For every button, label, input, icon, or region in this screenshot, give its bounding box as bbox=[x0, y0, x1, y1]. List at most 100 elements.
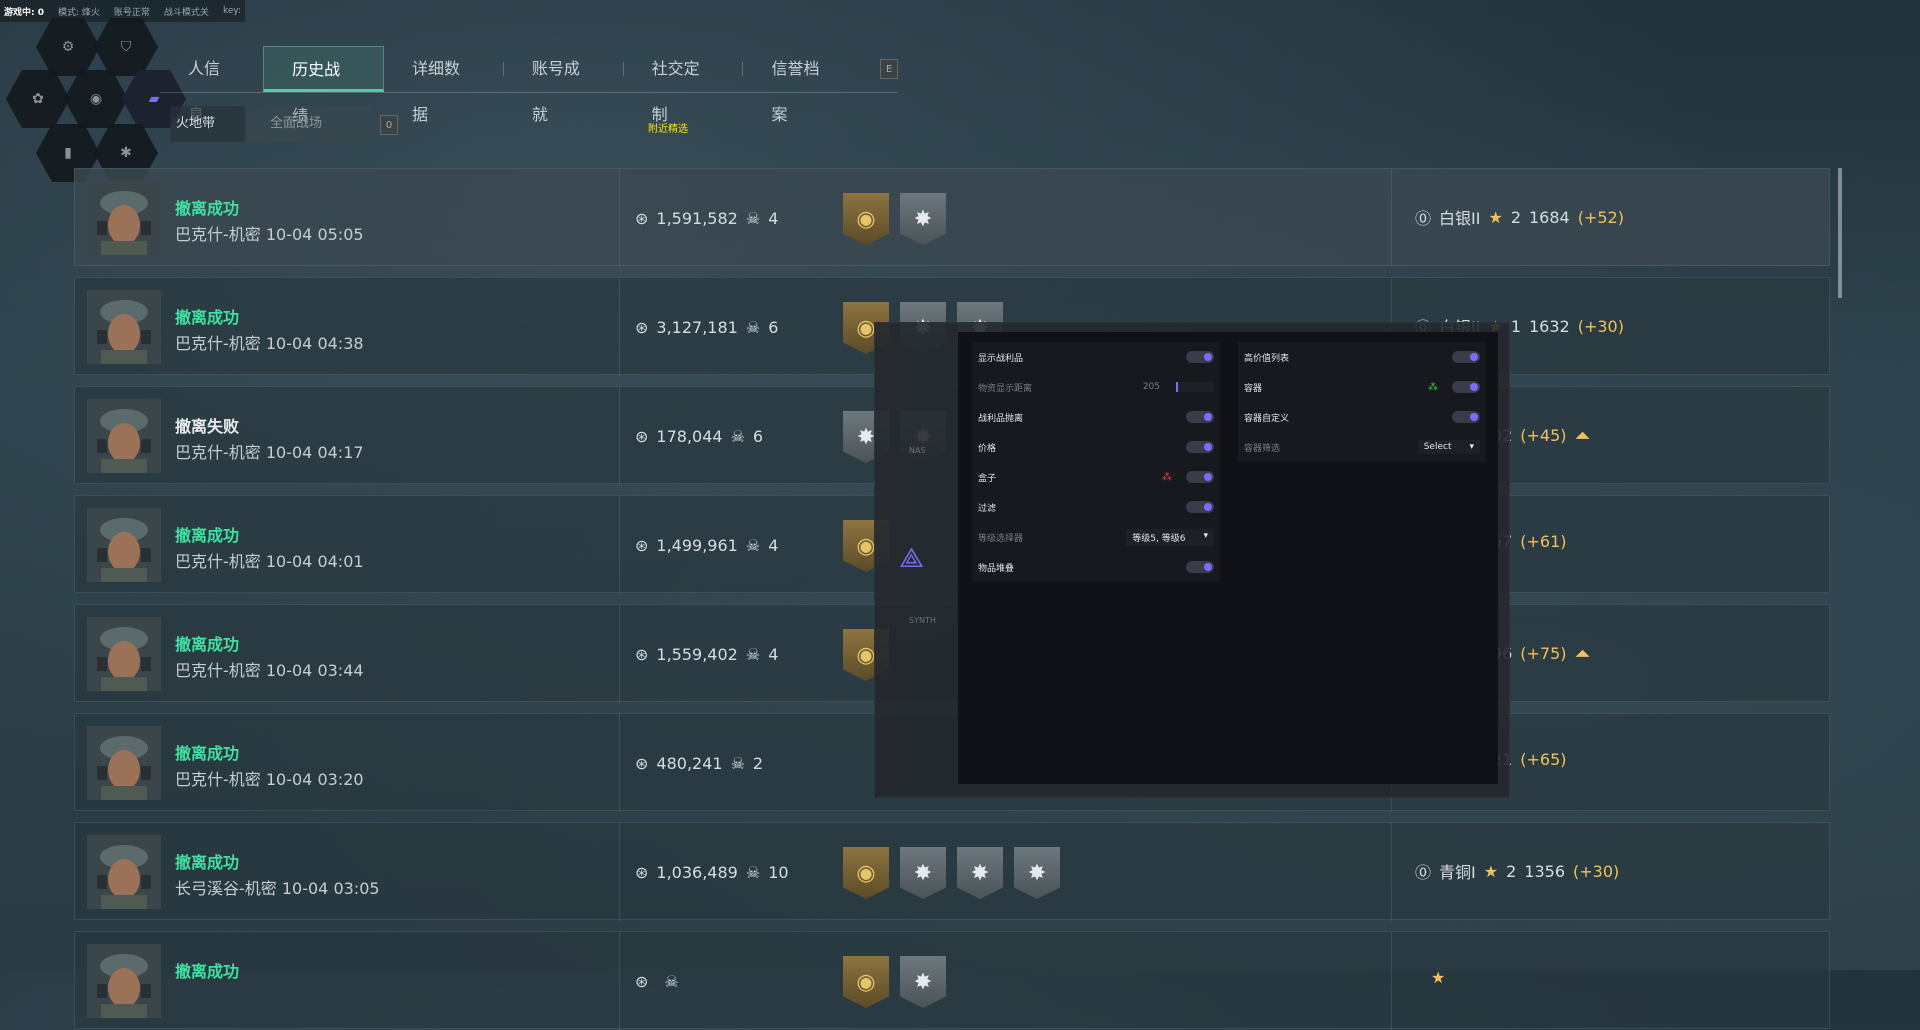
paw-icon[interactable]: ✿ bbox=[6, 70, 70, 128]
table-row[interactable]: 撤离成功 ⊛ ☠ ★ ◉ ✸ bbox=[74, 931, 1830, 1030]
option-row: 战利品抛离 bbox=[972, 402, 1220, 432]
coin-stats: ⊛ 480,241 ☠ 2 bbox=[635, 754, 763, 773]
tab-history[interactable]: 历史战绩 bbox=[263, 46, 384, 125]
gear-icon[interactable]: ⚙ bbox=[36, 18, 100, 76]
right-options-group: 高价值列表 容器 ⁂ 容器自定义 容器筛选 Select ▾ bbox=[1238, 342, 1486, 462]
avatar bbox=[87, 617, 161, 691]
option-row: 显示战利品 bbox=[972, 342, 1220, 372]
option-row: 等级选择器 等级5, 等级6 ▾ bbox=[972, 522, 1220, 552]
skill-badge-icon: ✸ bbox=[900, 956, 946, 1008]
tab-social[interactable]: 社交定制 bbox=[624, 46, 743, 124]
coin-icon: ⊛ bbox=[635, 972, 649, 991]
toggle-switch[interactable] bbox=[1452, 351, 1480, 363]
coin-stats: ⊛ ☠ bbox=[635, 972, 687, 991]
coin-value: 1,036,489 bbox=[656, 863, 738, 882]
tab-info[interactable]: 人信息 bbox=[160, 46, 263, 124]
avatar bbox=[87, 726, 161, 800]
row-divider bbox=[1391, 823, 1392, 921]
row-divider bbox=[619, 714, 620, 812]
coin-icon: ⊛ bbox=[635, 863, 649, 882]
result-label: 撤离成功 bbox=[175, 853, 240, 872]
main-tabs: 人信息 历史战绩 详细数据 账号成就 社交定制 信誉档案 E bbox=[160, 46, 899, 125]
coin-icon: ⊛ bbox=[635, 318, 649, 337]
skill-badge-icon: ✸ bbox=[957, 847, 1003, 899]
table-row[interactable]: 撤离成功 巴克什-机密 10-04 05:05 ⊛ 1,591,582 ☠ 4 … bbox=[74, 168, 1830, 267]
option-label: 容器自定义 bbox=[1244, 413, 1290, 424]
star-count: 2 bbox=[1506, 861, 1517, 881]
map-time: 巴克什-机密 10-04 04:17 bbox=[175, 443, 364, 462]
overlay-settings: 显示战利品 物资显示距离 205 战利品抛离 价格 盒子 ⁂ 过滤 等级选择器 等级5, 等级6 ▾… bbox=[958, 332, 1498, 784]
map-time: 巴克什-机密 10-04 03:44 bbox=[175, 661, 364, 680]
shield-icon[interactable]: ⛉ bbox=[94, 18, 158, 76]
coin-stats: ⊛ 3,127,181 ☠ 6 bbox=[635, 318, 778, 337]
toggle-switch[interactable] bbox=[1452, 411, 1480, 423]
option-row: 物品堆叠 bbox=[972, 552, 1220, 582]
toggle-switch[interactable] bbox=[1186, 441, 1214, 453]
option-label: 价格 bbox=[978, 443, 997, 454]
score-gain: (+61) bbox=[1520, 532, 1567, 551]
score-gain: (+30) bbox=[1577, 316, 1624, 336]
kill-count: 6 bbox=[768, 318, 779, 337]
subtab-fullbattle[interactable]: 全面战场 bbox=[244, 106, 372, 142]
chevron-down-icon: ▾ bbox=[1469, 442, 1474, 452]
option-label: 显示战利品 bbox=[978, 353, 1024, 364]
map-time: 巴克什-机密 10-04 03:20 bbox=[175, 770, 364, 789]
overlay-vertical-label: NAS bbox=[909, 446, 926, 455]
color-dots-icon[interactable]: ⁂ bbox=[1428, 382, 1438, 393]
circle-icon[interactable]: ◉ bbox=[64, 70, 128, 128]
toggle-switch[interactable] bbox=[1186, 471, 1214, 483]
synapse-logo-icon: ⟁ bbox=[899, 541, 924, 574]
map-time: 长弓溪谷-机密 10-04 03:05 bbox=[175, 879, 380, 898]
tab-reputation[interactable]: 信誉档案 bbox=[743, 46, 862, 124]
rank-label: 白银II bbox=[1439, 209, 1481, 228]
chevron-up-icon: ⏶ bbox=[1574, 423, 1591, 447]
e-key-badge[interactable]: E bbox=[880, 59, 899, 79]
score-value: 1632 bbox=[1529, 316, 1570, 336]
rank-label: 青铜I bbox=[1439, 863, 1476, 882]
toggle-switch[interactable] bbox=[1186, 351, 1214, 363]
result-label: 撤离成功 bbox=[175, 199, 240, 218]
row-divider bbox=[619, 932, 620, 1030]
skull-icon: ☠ bbox=[745, 209, 761, 228]
rank-icon: ⓪ bbox=[1415, 209, 1432, 228]
table-row[interactable]: 撤离成功 长弓溪谷-机密 10-04 03:05 ⊛ 1,036,489 ☠ 1… bbox=[74, 822, 1830, 921]
toggle-switch[interactable] bbox=[1186, 561, 1214, 573]
toggle-switch[interactable] bbox=[1186, 501, 1214, 513]
scrollbar-thumb[interactable] bbox=[1838, 168, 1842, 298]
tab-details[interactable]: 详细数据 bbox=[384, 46, 503, 124]
tab-achievements[interactable]: 账号成就 bbox=[504, 46, 623, 124]
result-label: 撤离成功 bbox=[175, 308, 240, 327]
rank-info: ⓪ 白银II ★ 2 1684 (+52) bbox=[1415, 205, 1624, 229]
toggle-switch[interactable] bbox=[1186, 411, 1214, 423]
result-label: 撤离失败 bbox=[175, 417, 240, 436]
row-divider bbox=[1391, 932, 1392, 1030]
distance-slider[interactable] bbox=[1176, 382, 1214, 392]
star-icon: ★ bbox=[1488, 207, 1503, 227]
subtab-key-badge[interactable]: 0 bbox=[380, 115, 398, 135]
option-label: 等级选择器 bbox=[978, 533, 1024, 544]
dropdown-select[interactable]: Select ▾ bbox=[1417, 440, 1480, 454]
coin-icon: ⊛ bbox=[635, 209, 649, 228]
row-divider bbox=[619, 169, 620, 267]
rank-info: ★ bbox=[1415, 968, 1469, 987]
option-row: 价格 bbox=[972, 432, 1220, 462]
coin-icon: ⊛ bbox=[635, 645, 649, 664]
coin-icon: ⊛ bbox=[635, 427, 649, 446]
score-gain: (+52) bbox=[1577, 207, 1624, 227]
option-row: 物资显示距离 205 bbox=[972, 372, 1220, 402]
status-item: 战斗模式关 bbox=[163, 7, 209, 18]
dropdown-select[interactable]: 等级5, 等级6 ▾ bbox=[1126, 528, 1214, 546]
status-item: 账号正常 bbox=[113, 7, 150, 18]
coin-stats: ⊛ 178,044 ☠ 6 bbox=[635, 427, 763, 446]
coin-value: 178,044 bbox=[656, 427, 723, 446]
toggle-switch[interactable] bbox=[1452, 381, 1480, 393]
map-time: 巴克什-机密 10-04 04:01 bbox=[175, 552, 364, 571]
star-count: 2 bbox=[1510, 207, 1521, 227]
rank-icon: ⓪ bbox=[1415, 863, 1432, 882]
coin-value: 1,559,402 bbox=[656, 645, 738, 664]
skull-icon: ☠ bbox=[745, 536, 761, 555]
option-row: 盒子 ⁂ bbox=[972, 462, 1220, 492]
subtab-firezone[interactable]: 火地带 bbox=[170, 106, 246, 142]
color-dots-icon[interactable]: ⁂ bbox=[1162, 472, 1172, 483]
overlay-vertical-label: SYNTH bbox=[909, 616, 936, 625]
